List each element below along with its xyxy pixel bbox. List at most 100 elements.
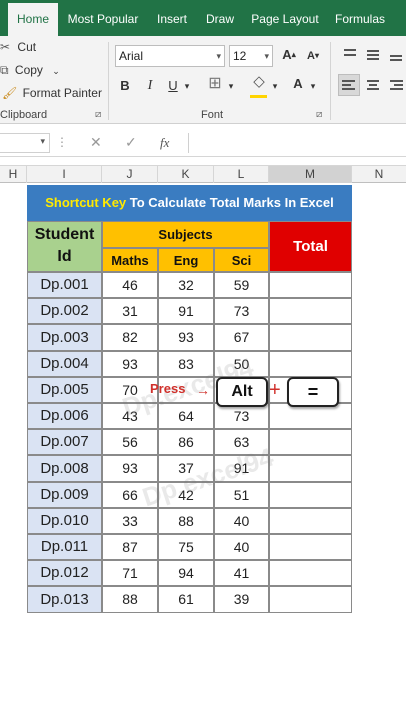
- bold-button[interactable]: B: [118, 76, 132, 96]
- total-cell[interactable]: [269, 534, 352, 560]
- align-left-button[interactable]: [338, 74, 360, 96]
- student-id-cell[interactable]: Dp.005: [27, 377, 102, 403]
- total-cell[interactable]: [269, 508, 352, 534]
- total-cell[interactable]: [269, 298, 352, 324]
- maths-cell[interactable]: 31: [102, 298, 158, 324]
- format-painter-button[interactable]: 🖌 Format Painter: [2, 86, 102, 100]
- eng-cell[interactable]: 86: [158, 429, 214, 455]
- fill-color-dropdown[interactable]: ▾: [270, 76, 280, 96]
- column-header-k[interactable]: K: [158, 166, 214, 183]
- maths-cell[interactable]: 82: [102, 324, 158, 351]
- student-id-cell[interactable]: Dp.013: [27, 586, 102, 613]
- italic-button[interactable]: I: [143, 76, 157, 96]
- student-id-cell[interactable]: Dp.012: [27, 560, 102, 586]
- maths-cell[interactable]: 88: [102, 586, 158, 613]
- formula-input[interactable]: [188, 133, 406, 153]
- eng-header[interactable]: Eng: [158, 248, 214, 272]
- align-middle-button[interactable]: [362, 42, 384, 64]
- tab-insert[interactable]: Insert: [150, 0, 194, 36]
- student-id-cell[interactable]: Dp.004: [27, 351, 102, 377]
- column-header-m[interactable]: M: [269, 166, 352, 183]
- cut-label: Cut: [17, 40, 37, 54]
- maths-cell[interactable]: 71: [102, 560, 158, 586]
- maths-cell[interactable]: 56: [102, 429, 158, 455]
- student-id-cell[interactable]: Dp.002: [27, 298, 102, 324]
- fill-color-button[interactable]: ◇: [250, 72, 268, 92]
- student-id-cell[interactable]: Dp.011: [27, 534, 102, 560]
- eng-cell[interactable]: 75: [158, 534, 214, 560]
- grow-font-button[interactable]: A▴: [281, 45, 297, 65]
- eng-cell[interactable]: 93: [158, 324, 214, 351]
- eng-cell[interactable]: 91: [158, 298, 214, 324]
- font-color-button[interactable]: A: [290, 74, 306, 94]
- font-name-select[interactable]: Arial ▾: [115, 45, 225, 67]
- font-size-select[interactable]: 12 ▾: [229, 45, 273, 67]
- student-id-cell[interactable]: Dp.001: [27, 272, 102, 298]
- cancel-icon[interactable]: ✕: [90, 134, 102, 151]
- total-cell[interactable]: [269, 482, 352, 508]
- sci-cell[interactable]: 59: [214, 272, 269, 298]
- align-center-button[interactable]: [362, 74, 384, 96]
- enter-icon[interactable]: ✓: [125, 134, 137, 151]
- tab-formulas[interactable]: Formulas: [330, 0, 390, 36]
- column-header-j[interactable]: J: [102, 166, 158, 183]
- clipboard-launcher-icon[interactable]: ⧄: [95, 109, 101, 120]
- maths-cell[interactable]: 93: [102, 351, 158, 377]
- maths-header[interactable]: Maths: [102, 248, 158, 272]
- copy-button[interactable]: ⧉ Copy ⌄: [0, 63, 60, 78]
- column-header-n[interactable]: N: [352, 166, 406, 183]
- maths-cell[interactable]: 87: [102, 534, 158, 560]
- total-cell[interactable]: [269, 324, 352, 351]
- eng-cell[interactable]: 94: [158, 560, 214, 586]
- shrink-font-button[interactable]: A▾: [305, 46, 321, 66]
- maths-cell[interactable]: 93: [102, 455, 158, 482]
- total-header[interactable]: Total: [269, 221, 352, 272]
- sci-cell[interactable]: 67: [214, 324, 269, 351]
- sci-cell[interactable]: 39: [214, 586, 269, 613]
- name-box[interactable]: ▾: [0, 133, 50, 153]
- fx-icon[interactable]: fx: [160, 135, 169, 151]
- sci-cell[interactable]: 40: [214, 534, 269, 560]
- column-header-i[interactable]: I: [27, 166, 102, 183]
- sci-cell[interactable]: 73: [214, 298, 269, 324]
- student-id-cell[interactable]: Dp.006: [27, 403, 102, 429]
- total-cell[interactable]: [269, 586, 352, 613]
- borders-button[interactable]: ⊞: [206, 74, 224, 94]
- sci-cell[interactable]: 40: [214, 508, 269, 534]
- column-header-l[interactable]: L: [214, 166, 269, 183]
- eng-cell[interactable]: 88: [158, 508, 214, 534]
- total-cell[interactable]: [269, 455, 352, 482]
- student-id-header[interactable]: Student Id: [27, 221, 102, 272]
- font-launcher-icon[interactable]: ⧄: [316, 109, 322, 120]
- maths-cell[interactable]: 46: [102, 272, 158, 298]
- subjects-header[interactable]: Subjects: [102, 221, 269, 248]
- total-cell[interactable]: [269, 429, 352, 455]
- tab-page-layout[interactable]: Page Layout: [248, 0, 322, 36]
- underline-button[interactable]: U: [166, 76, 180, 96]
- eng-cell[interactable]: 61: [158, 586, 214, 613]
- tab-most-popular[interactable]: Most Popular: [62, 0, 144, 36]
- total-cell[interactable]: [269, 560, 352, 586]
- total-cell[interactable]: [269, 351, 352, 377]
- borders-dropdown[interactable]: ▾: [226, 76, 236, 96]
- cut-button[interactable]: ✂ Cut: [0, 40, 36, 54]
- align-line: [394, 84, 403, 86]
- student-id-cell[interactable]: Dp.010: [27, 508, 102, 534]
- tab-draw[interactable]: Draw: [200, 0, 240, 36]
- student-id-cell[interactable]: Dp.003: [27, 324, 102, 351]
- eng-cell[interactable]: 32: [158, 272, 214, 298]
- column-header-h[interactable]: H: [0, 166, 27, 183]
- sheet-title-highlight: Shortcut Key: [45, 195, 127, 210]
- font-color-dropdown[interactable]: ▾: [308, 76, 318, 96]
- student-id-cell[interactable]: Dp.008: [27, 455, 102, 482]
- student-id-cell[interactable]: Dp.009: [27, 482, 102, 508]
- align-top-button[interactable]: [339, 42, 361, 64]
- total-cell[interactable]: [269, 272, 352, 298]
- underline-dropdown[interactable]: ▾: [181, 76, 193, 96]
- tab-home[interactable]: Home: [8, 0, 58, 36]
- sci-header[interactable]: Sci: [214, 248, 269, 272]
- student-id-cell[interactable]: Dp.007: [27, 429, 102, 455]
- align-right-button[interactable]: [385, 74, 406, 96]
- sci-cell[interactable]: 41: [214, 560, 269, 586]
- align-bottom-button[interactable]: [385, 42, 406, 64]
